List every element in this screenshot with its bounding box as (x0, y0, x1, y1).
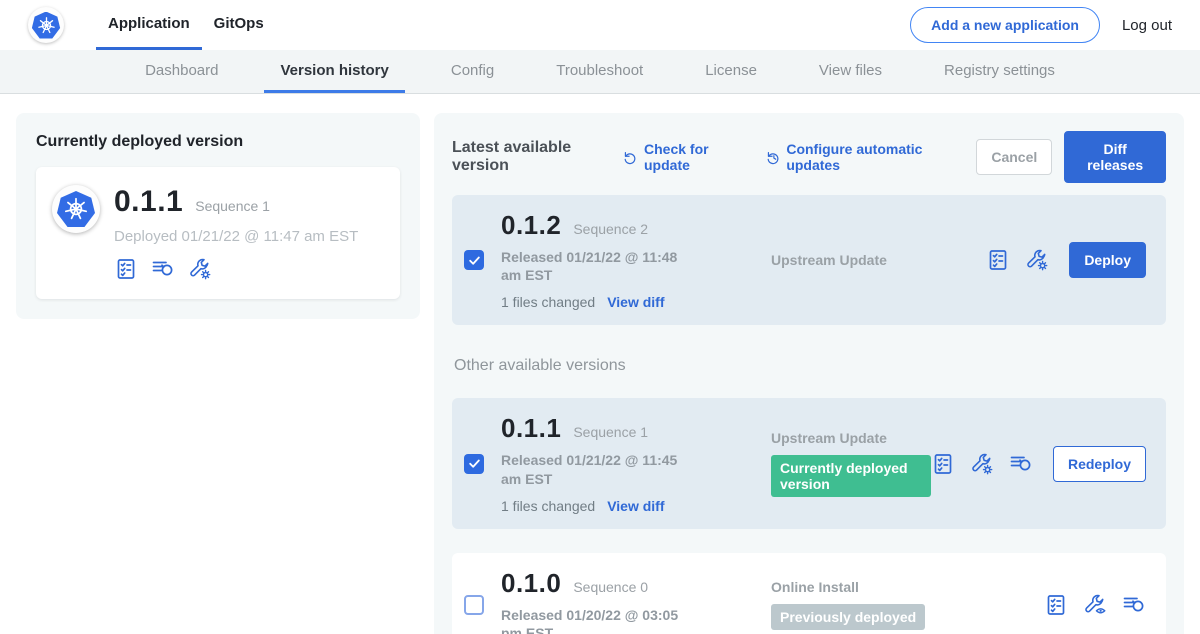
sequence-label: Sequence 1 (573, 424, 648, 440)
refresh-icon (623, 149, 638, 166)
currently-deployed-panel: Currently deployed version 0.1.1 Sequenc… (16, 113, 420, 319)
currently-deployed-card: 0.1.1 Sequence 1 Deployed 01/21/22 @ 11:… (36, 167, 400, 299)
deployed-timestamp: Deployed 01/21/22 @ 11:47 am EST (114, 228, 358, 245)
view-config-icon[interactable] (1083, 593, 1107, 617)
version-checkbox[interactable] (464, 595, 484, 615)
edit-config-icon[interactable] (970, 452, 994, 476)
version-source-label: Upstream Update (771, 430, 931, 446)
version-source-label: Online Install (771, 579, 1044, 595)
tab-gitops[interactable]: GitOps (202, 0, 276, 50)
cancel-button[interactable]: Cancel (976, 139, 1052, 175)
subnav-tab-license[interactable]: License (689, 50, 773, 93)
version-number: 0.1.2 (501, 210, 561, 241)
currently-deployed-title: Currently deployed version (36, 133, 400, 151)
released-timestamp: Released 01/21/22 @ 11:48 am EST (501, 248, 701, 284)
version-number: 0.1.1 (501, 413, 561, 444)
subnav-tab-troubleshoot[interactable]: Troubleshoot (540, 50, 659, 93)
other-available-versions-title: Other available versions (454, 357, 1166, 375)
deploy-button[interactable]: Deploy (1069, 242, 1146, 278)
version-row-0-1-2: 0.1.2 Sequence 2 Released 01/21/22 @ 11:… (452, 195, 1166, 325)
diff-releases-button[interactable]: Diff releases (1064, 131, 1166, 183)
checkmark-icon (468, 254, 481, 267)
version-row-0-1-0: 0.1.0 Sequence 0 Released 01/20/22 @ 03:… (452, 553, 1166, 634)
sequence-label: Sequence 0 (573, 579, 648, 595)
view-diff-link[interactable]: View diff (607, 294, 664, 310)
view-diff-link[interactable]: View diff (607, 498, 664, 514)
latest-version-header: Latest available version Check for updat… (452, 131, 1166, 183)
add-new-application-button[interactable]: Add a new application (910, 7, 1100, 43)
deployed-version-number: 0.1.1 (114, 185, 183, 219)
app-logo (52, 185, 100, 233)
released-timestamp: Released 01/20/22 @ 03:05 pm EST (501, 606, 701, 634)
latest-available-title: Latest available version (452, 139, 607, 175)
app-subnav: Dashboard Version history Config Trouble… (0, 50, 1200, 94)
edit-config-icon[interactable] (1025, 248, 1049, 272)
subnav-tab-version-history[interactable]: Version history (264, 50, 404, 93)
subnav-tab-registry-settings[interactable]: Registry settings (928, 50, 1071, 93)
configure-automatic-updates-link[interactable]: Configure automatic updates (766, 141, 953, 173)
configure-automatic-updates-label: Configure automatic updates (786, 141, 952, 173)
deploy-logs-icon[interactable] (151, 257, 175, 281)
clock-refresh-icon (766, 149, 781, 166)
main-content: Currently deployed version 0.1.1 Sequenc… (0, 94, 1200, 634)
deploy-logs-icon[interactable] (1122, 593, 1146, 617)
logout-button[interactable]: Log out (1122, 17, 1172, 34)
version-checkbox[interactable] (464, 250, 484, 270)
preflight-checks-icon[interactable] (986, 248, 1010, 272)
preflight-checks-icon[interactable] (114, 257, 138, 281)
subnav-tab-config[interactable]: Config (435, 50, 510, 93)
edit-config-icon[interactable] (188, 257, 212, 281)
top-navbar: Application GitOps Add a new application… (0, 0, 1200, 50)
released-timestamp: Released 01/21/22 @ 11:45 am EST (501, 451, 701, 487)
redeploy-button[interactable]: Redeploy (1053, 446, 1146, 482)
version-checkbox[interactable] (464, 454, 484, 474)
kubernetes-helm-wheel-icon (57, 191, 96, 227)
currently-deployed-badge: Currently deployed version (771, 455, 931, 497)
version-history-panel: Latest available version Check for updat… (434, 113, 1184, 634)
version-source-label: Upstream Update (771, 252, 986, 268)
check-for-update-link[interactable]: Check for update (623, 141, 741, 173)
previously-deployed-badge: Previously deployed (771, 604, 925, 630)
preflight-checks-icon[interactable] (1044, 593, 1068, 617)
check-for-update-label: Check for update (644, 141, 742, 173)
files-changed-label: 1 files changed (501, 294, 595, 310)
files-changed-label: 1 files changed (501, 498, 595, 514)
version-number: 0.1.0 (501, 568, 561, 599)
checkmark-icon (468, 457, 481, 470)
sequence-label: Sequence 2 (573, 221, 648, 237)
deployed-sequence-label: Sequence 1 (195, 198, 270, 214)
subnav-tab-view-files[interactable]: View files (803, 50, 898, 93)
preflight-checks-icon[interactable] (931, 452, 955, 476)
subnav-tab-dashboard[interactable]: Dashboard (129, 50, 234, 93)
deploy-logs-icon[interactable] (1009, 452, 1033, 476)
kubernetes-helm-wheel-icon (32, 12, 61, 39)
version-row-0-1-1: 0.1.1 Sequence 1 Released 01/21/22 @ 11:… (452, 398, 1166, 528)
kubernetes-logo (28, 7, 64, 43)
tab-application[interactable]: Application (96, 0, 202, 50)
header-spacer (276, 0, 910, 50)
